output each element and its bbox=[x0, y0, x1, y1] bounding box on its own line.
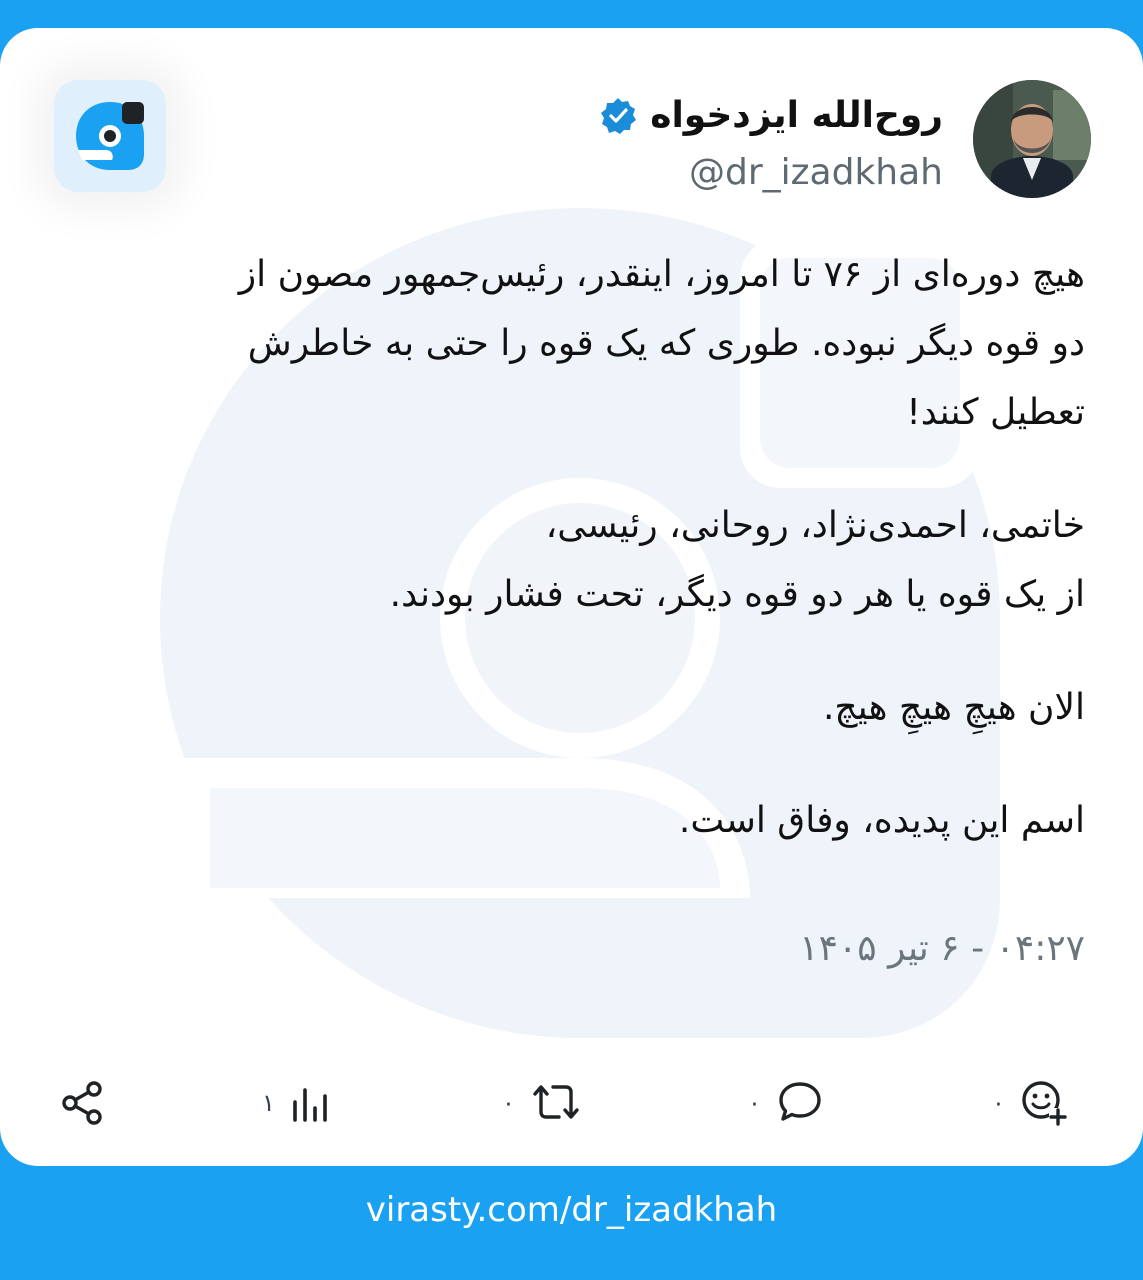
post-body: هیچ دوره‌ای از ۷۶ تا امروز، اینقدر، رئیس… bbox=[55, 240, 1085, 855]
add-reaction-icon bbox=[1022, 1081, 1067, 1126]
post-line: الان هیچِ هیچِ هیچ. bbox=[822, 687, 1085, 728]
user-handle[interactable]: @dr_izadkhah bbox=[689, 152, 943, 193]
reactions-count: ۰ bbox=[992, 1089, 1005, 1117]
post-line: تعطیل کنند! bbox=[906, 392, 1085, 433]
avatar[interactable] bbox=[973, 80, 1091, 198]
post-line: اسم این پدیده، وفاق است. bbox=[678, 800, 1085, 841]
comments-count: ۰ bbox=[748, 1089, 761, 1117]
reposts-count: ۰ bbox=[502, 1089, 515, 1117]
add-reaction-button[interactable]: ۰ bbox=[992, 1078, 1069, 1128]
virasty-logo bbox=[54, 80, 166, 192]
share-button[interactable] bbox=[58, 1078, 108, 1128]
post-line: خاتمی، احمدی‌نژاد، روحانی، رئیسی، bbox=[545, 505, 1085, 546]
post-card: روح‌الله ایزدخواه @dr_izadkhah هیچ دوره‌… bbox=[0, 28, 1143, 1166]
post-line: دو قوه دیگر نبوده. طوری که یک قوه را حتی… bbox=[247, 323, 1085, 364]
views-count: ۱ bbox=[262, 1089, 275, 1117]
post-paragraph-3: الان هیچِ هیچِ هیچ. bbox=[55, 673, 1085, 742]
views-icon bbox=[293, 1088, 327, 1122]
views-indicator[interactable]: ۱ bbox=[262, 1078, 335, 1128]
author-info: روح‌الله ایزدخواه @dr_izadkhah bbox=[598, 86, 943, 193]
comment-button[interactable]: ۰ bbox=[748, 1078, 825, 1128]
post-paragraph-1: هیچ دوره‌ای از ۷۶ تا امروز، اینقدر، رئیس… bbox=[55, 240, 1085, 447]
repost-icon bbox=[533, 1085, 579, 1119]
display-name[interactable]: روح‌الله ایزدخواه bbox=[650, 95, 943, 136]
avatar-image bbox=[973, 80, 1091, 198]
verified-badge-icon bbox=[601, 97, 637, 134]
share-icon bbox=[62, 1081, 102, 1125]
profile-url[interactable]: virasty.com/dr_izadkhah bbox=[0, 1190, 1143, 1230]
action-bar: ۰ ۰ ۰ ۱ bbox=[0, 1058, 1143, 1148]
post-timestamp[interactable]: ۰۴:۲۷ - ۶ تیر ۱۴۰۵ bbox=[799, 928, 1085, 969]
repost-button[interactable]: ۰ bbox=[502, 1078, 583, 1128]
post-line: از یک قوه یا هر دو قوه دیگر، تحت فشار بو… bbox=[389, 574, 1085, 615]
post-paragraph-4: اسم این پدیده، وفاق است. bbox=[55, 786, 1085, 855]
virasty-logo-icon bbox=[76, 102, 144, 170]
post-header: روح‌الله ایزدخواه @dr_izadkhah bbox=[598, 80, 1091, 198]
comment-icon bbox=[779, 1082, 821, 1121]
post-line: هیچ دوره‌ای از ۷۶ تا امروز، اینقدر، رئیس… bbox=[238, 254, 1085, 295]
post-paragraph-2: خاتمی، احمدی‌نژاد، روحانی، رئیسی، از یک … bbox=[55, 491, 1085, 629]
name-row: روح‌الله ایزدخواه bbox=[598, 86, 943, 146]
